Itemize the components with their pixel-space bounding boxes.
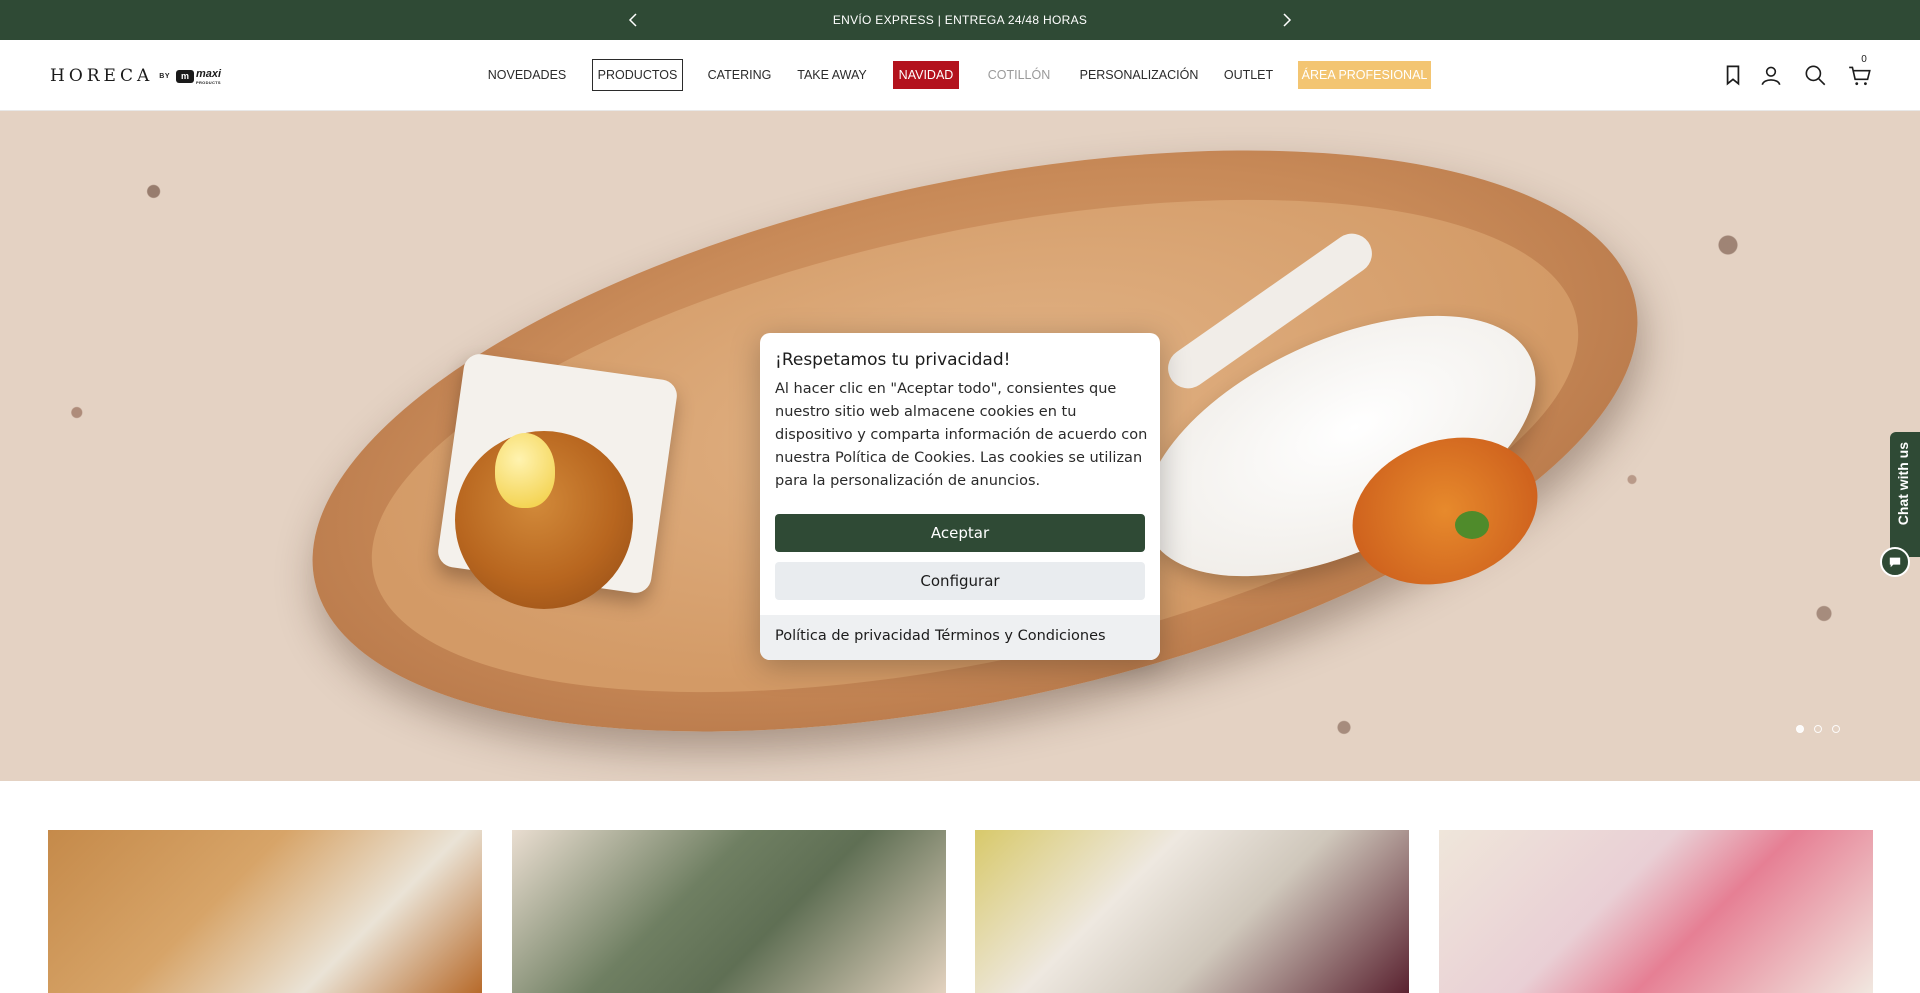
category-card[interactable] xyxy=(1439,830,1873,993)
nav-item-cotillon[interactable]: COTILLÓN xyxy=(984,60,1054,90)
slider-dot[interactable] xyxy=(1832,725,1840,733)
site-header: HORECA BY m maxi PRODUCTS NOVEDADES PRODU… xyxy=(0,40,1920,111)
category-card[interactable] xyxy=(975,830,1409,993)
nav-item-personalizacion[interactable]: PERSONALIZACIÓN xyxy=(1076,60,1202,90)
nav-item-navidad[interactable]: NAVIDAD xyxy=(893,61,959,89)
nav-item-outlet[interactable]: OUTLET xyxy=(1222,60,1275,90)
announcement-bar: ENVÍO EXPRESS | ENTREGA 24/48 HORAS xyxy=(0,0,1920,40)
slider-dot[interactable] xyxy=(1796,725,1804,733)
bookmark-icon[interactable] xyxy=(1720,62,1746,88)
main-nav: NOVEDADES PRODUCTOS CATERING TAKE AWAY N… xyxy=(0,40,1920,111)
hero-slider-dots xyxy=(1796,725,1840,733)
announcement-text: ENVÍO EXPRESS | ENTREGA 24/48 HORAS xyxy=(832,13,1088,27)
cart-icon[interactable] xyxy=(1847,62,1873,88)
accept-button[interactable]: Aceptar xyxy=(775,514,1145,552)
configure-button[interactable]: Configurar xyxy=(775,562,1145,600)
nav-item-productos[interactable]: PRODUCTOS xyxy=(592,59,683,91)
category-card[interactable] xyxy=(48,830,482,993)
nav-item-catering[interactable]: CATERING xyxy=(706,60,773,90)
category-cards xyxy=(0,781,1920,993)
category-card[interactable] xyxy=(512,830,946,993)
cart-count-badge: 0 xyxy=(1861,54,1867,65)
nav-item-novedades[interactable]: NOVEDADES xyxy=(487,60,567,90)
account-icon[interactable] xyxy=(1758,62,1784,88)
nav-item-area-profesional[interactable]: ÁREA PROFESIONAL xyxy=(1298,61,1431,89)
chat-bubble-icon[interactable] xyxy=(1880,547,1910,577)
chevron-right-icon[interactable] xyxy=(1274,8,1298,32)
terms-link[interactable]: Términos y Condiciones xyxy=(935,628,1106,644)
search-icon[interactable] xyxy=(1802,62,1828,88)
slider-dot[interactable] xyxy=(1814,725,1822,733)
chat-tab[interactable]: Chat with us xyxy=(1890,432,1920,557)
privacy-policy-link[interactable]: Política de privacidad xyxy=(775,628,930,644)
chat-label: Chat with us xyxy=(1895,442,1911,526)
cookie-title: ¡Respetamos tu privacidad! xyxy=(775,350,1011,370)
nav-item-take-away[interactable]: TAKE AWAY xyxy=(794,60,870,90)
cookie-consent-modal: ¡Respetamos tu privacidad! Al hacer clic… xyxy=(760,333,1160,660)
cookie-body: Al hacer clic en "Aceptar todo", consien… xyxy=(775,381,1148,489)
hero-garnish-image xyxy=(1455,511,1489,539)
hero-sauce-image xyxy=(495,433,555,508)
cookie-footer: Política de privacidad Términos y Condic… xyxy=(760,615,1160,660)
